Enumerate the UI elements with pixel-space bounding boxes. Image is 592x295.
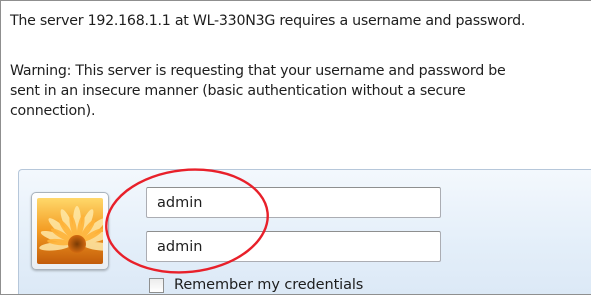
security-warning: Warning: This server is requesting that …	[10, 61, 590, 121]
flower-user-tile-icon	[37, 198, 103, 264]
credentials-dialog: The server 192.168.1.1 at WL-330N3G requ…	[0, 0, 591, 295]
user-tile	[31, 192, 109, 270]
password-input[interactable]	[146, 231, 441, 262]
remember-credentials[interactable]: Remember my credentials	[149, 274, 364, 294]
username-input[interactable]	[146, 187, 441, 218]
credential-panel: Remember my credentials	[18, 169, 591, 294]
server-message: The server 192.168.1.1 at WL-330N3G requ…	[10, 13, 526, 29]
remember-checkbox[interactable]	[149, 277, 164, 293]
remember-label: Remember my credentials	[174, 277, 364, 293]
warning-line: Warning: This server is requesting that …	[10, 63, 506, 79]
warning-line: sent in an insecure manner (basic authen…	[10, 83, 466, 99]
warning-line: connection).	[10, 103, 96, 119]
